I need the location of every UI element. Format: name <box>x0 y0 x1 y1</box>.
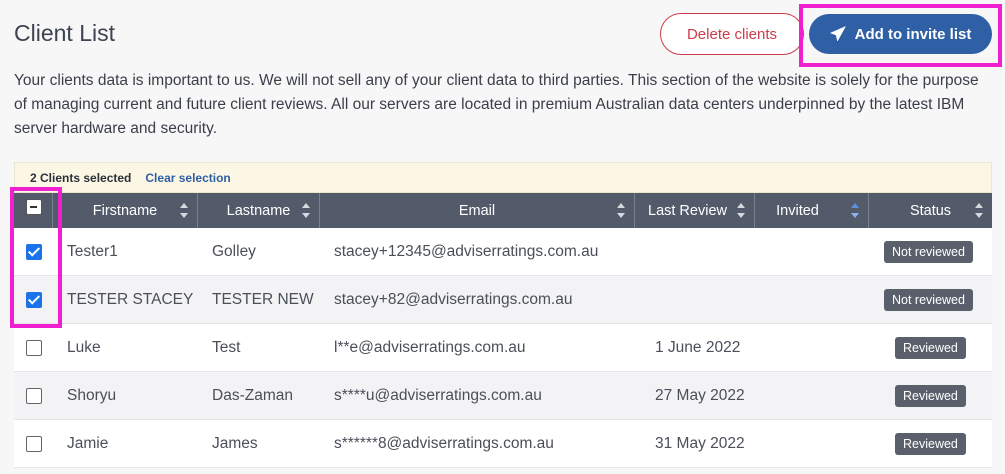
cell-firstname: TESTER STACEY <box>67 290 194 308</box>
cell-email: l**e@adviserratings.com.au <box>334 338 526 356</box>
cell-lastname: Das-Zaman <box>212 386 293 404</box>
table-header: Firstname Lastname Email Last Review Inv… <box>14 193 992 228</box>
sort-icon[interactable] <box>180 203 189 218</box>
sort-icon[interactable] <box>851 203 860 218</box>
column-firstname-label: Firstname <box>92 202 158 219</box>
cell-email: stacey+12345@adviserratings.com.au <box>334 242 599 260</box>
cell-email: s******8@adviserratings.com.au <box>334 434 554 452</box>
add-to-invite-list-button[interactable]: Add to invite list <box>809 14 992 54</box>
cell-last-review: 27 May 2022 <box>655 386 745 404</box>
table-row[interactable]: TESTER STACEY TESTER NEW stacey+82@advis… <box>14 276 992 324</box>
cell-firstname: Tester1 <box>67 242 118 260</box>
column-lastname[interactable]: Lastname <box>198 193 320 228</box>
status-badge: Reviewed <box>895 336 966 359</box>
table-row[interactable]: Jamie James s******8@adviserratings.com.… <box>14 420 992 468</box>
cell-last-review: 1 June 2022 <box>655 338 741 356</box>
column-status-label: Status <box>909 202 952 219</box>
cell-lastname: TESTER NEW <box>212 290 314 308</box>
column-email-label: Email <box>458 202 496 219</box>
column-last-review[interactable]: Last Review <box>635 193 755 228</box>
table-row[interactable]: Luke Test l**e@adviserratings.com.au 1 J… <box>14 324 992 372</box>
row-checkbox[interactable] <box>26 387 42 404</box>
add-button-label: Add to invite list <box>854 25 972 43</box>
selection-bar: 2 Clients selected Clear selection <box>14 162 992 193</box>
cell-email: stacey+82@adviserratings.com.au <box>334 290 573 308</box>
cell-lastname: Test <box>212 338 241 356</box>
cell-firstname: Luke <box>67 338 101 356</box>
sort-icon[interactable] <box>617 203 626 218</box>
status-badge: Not reviewed <box>884 288 973 311</box>
sort-icon[interactable] <box>737 203 746 218</box>
cell-lastname: James <box>212 434 258 452</box>
column-last-review-label: Last Review <box>648 202 727 219</box>
status-badge: Not reviewed <box>884 240 973 263</box>
column-invited[interactable]: Invited <box>755 193 869 228</box>
selected-count: 2 Clients selected <box>30 170 132 185</box>
cell-firstname: Shoryu <box>67 386 117 404</box>
delete-clients-button[interactable]: Delete clients <box>660 13 804 55</box>
cell-email: s****u@adviserratings.com.au <box>334 386 542 404</box>
paper-plane-icon <box>829 26 846 42</box>
privacy-intro-text: Your clients data is important to us. We… <box>14 72 979 137</box>
column-status[interactable]: Status <box>869 193 992 228</box>
column-email[interactable]: Email <box>320 193 635 228</box>
sort-icon[interactable] <box>975 203 984 218</box>
column-invited-label: Invited <box>776 202 819 219</box>
clear-selection-link[interactable]: Clear selection <box>145 171 230 185</box>
table-row[interactable]: Shoryu Das-Zaman s****u@adviserratings.c… <box>14 372 992 420</box>
sort-icon[interactable] <box>302 203 311 218</box>
table-row[interactable]: Tester1 Golley stacey+12345@adviserratin… <box>14 228 992 276</box>
row-checkbox[interactable] <box>26 435 42 452</box>
row-checkbox[interactable] <box>26 339 42 356</box>
column-lastname-label: Lastname <box>226 202 291 219</box>
status-badge: Reviewed <box>895 432 966 455</box>
cell-lastname: Golley <box>212 242 256 260</box>
cell-last-review: 31 May 2022 <box>655 434 745 452</box>
page-title: Client List <box>14 20 115 46</box>
client-table-body: Tester1 Golley stacey+12345@adviserratin… <box>14 228 992 468</box>
cell-firstname: Jamie <box>67 434 109 452</box>
status-badge: Reviewed <box>895 384 966 407</box>
highlight-selected-checkboxes <box>10 187 62 328</box>
column-firstname[interactable]: Firstname <box>53 193 198 228</box>
